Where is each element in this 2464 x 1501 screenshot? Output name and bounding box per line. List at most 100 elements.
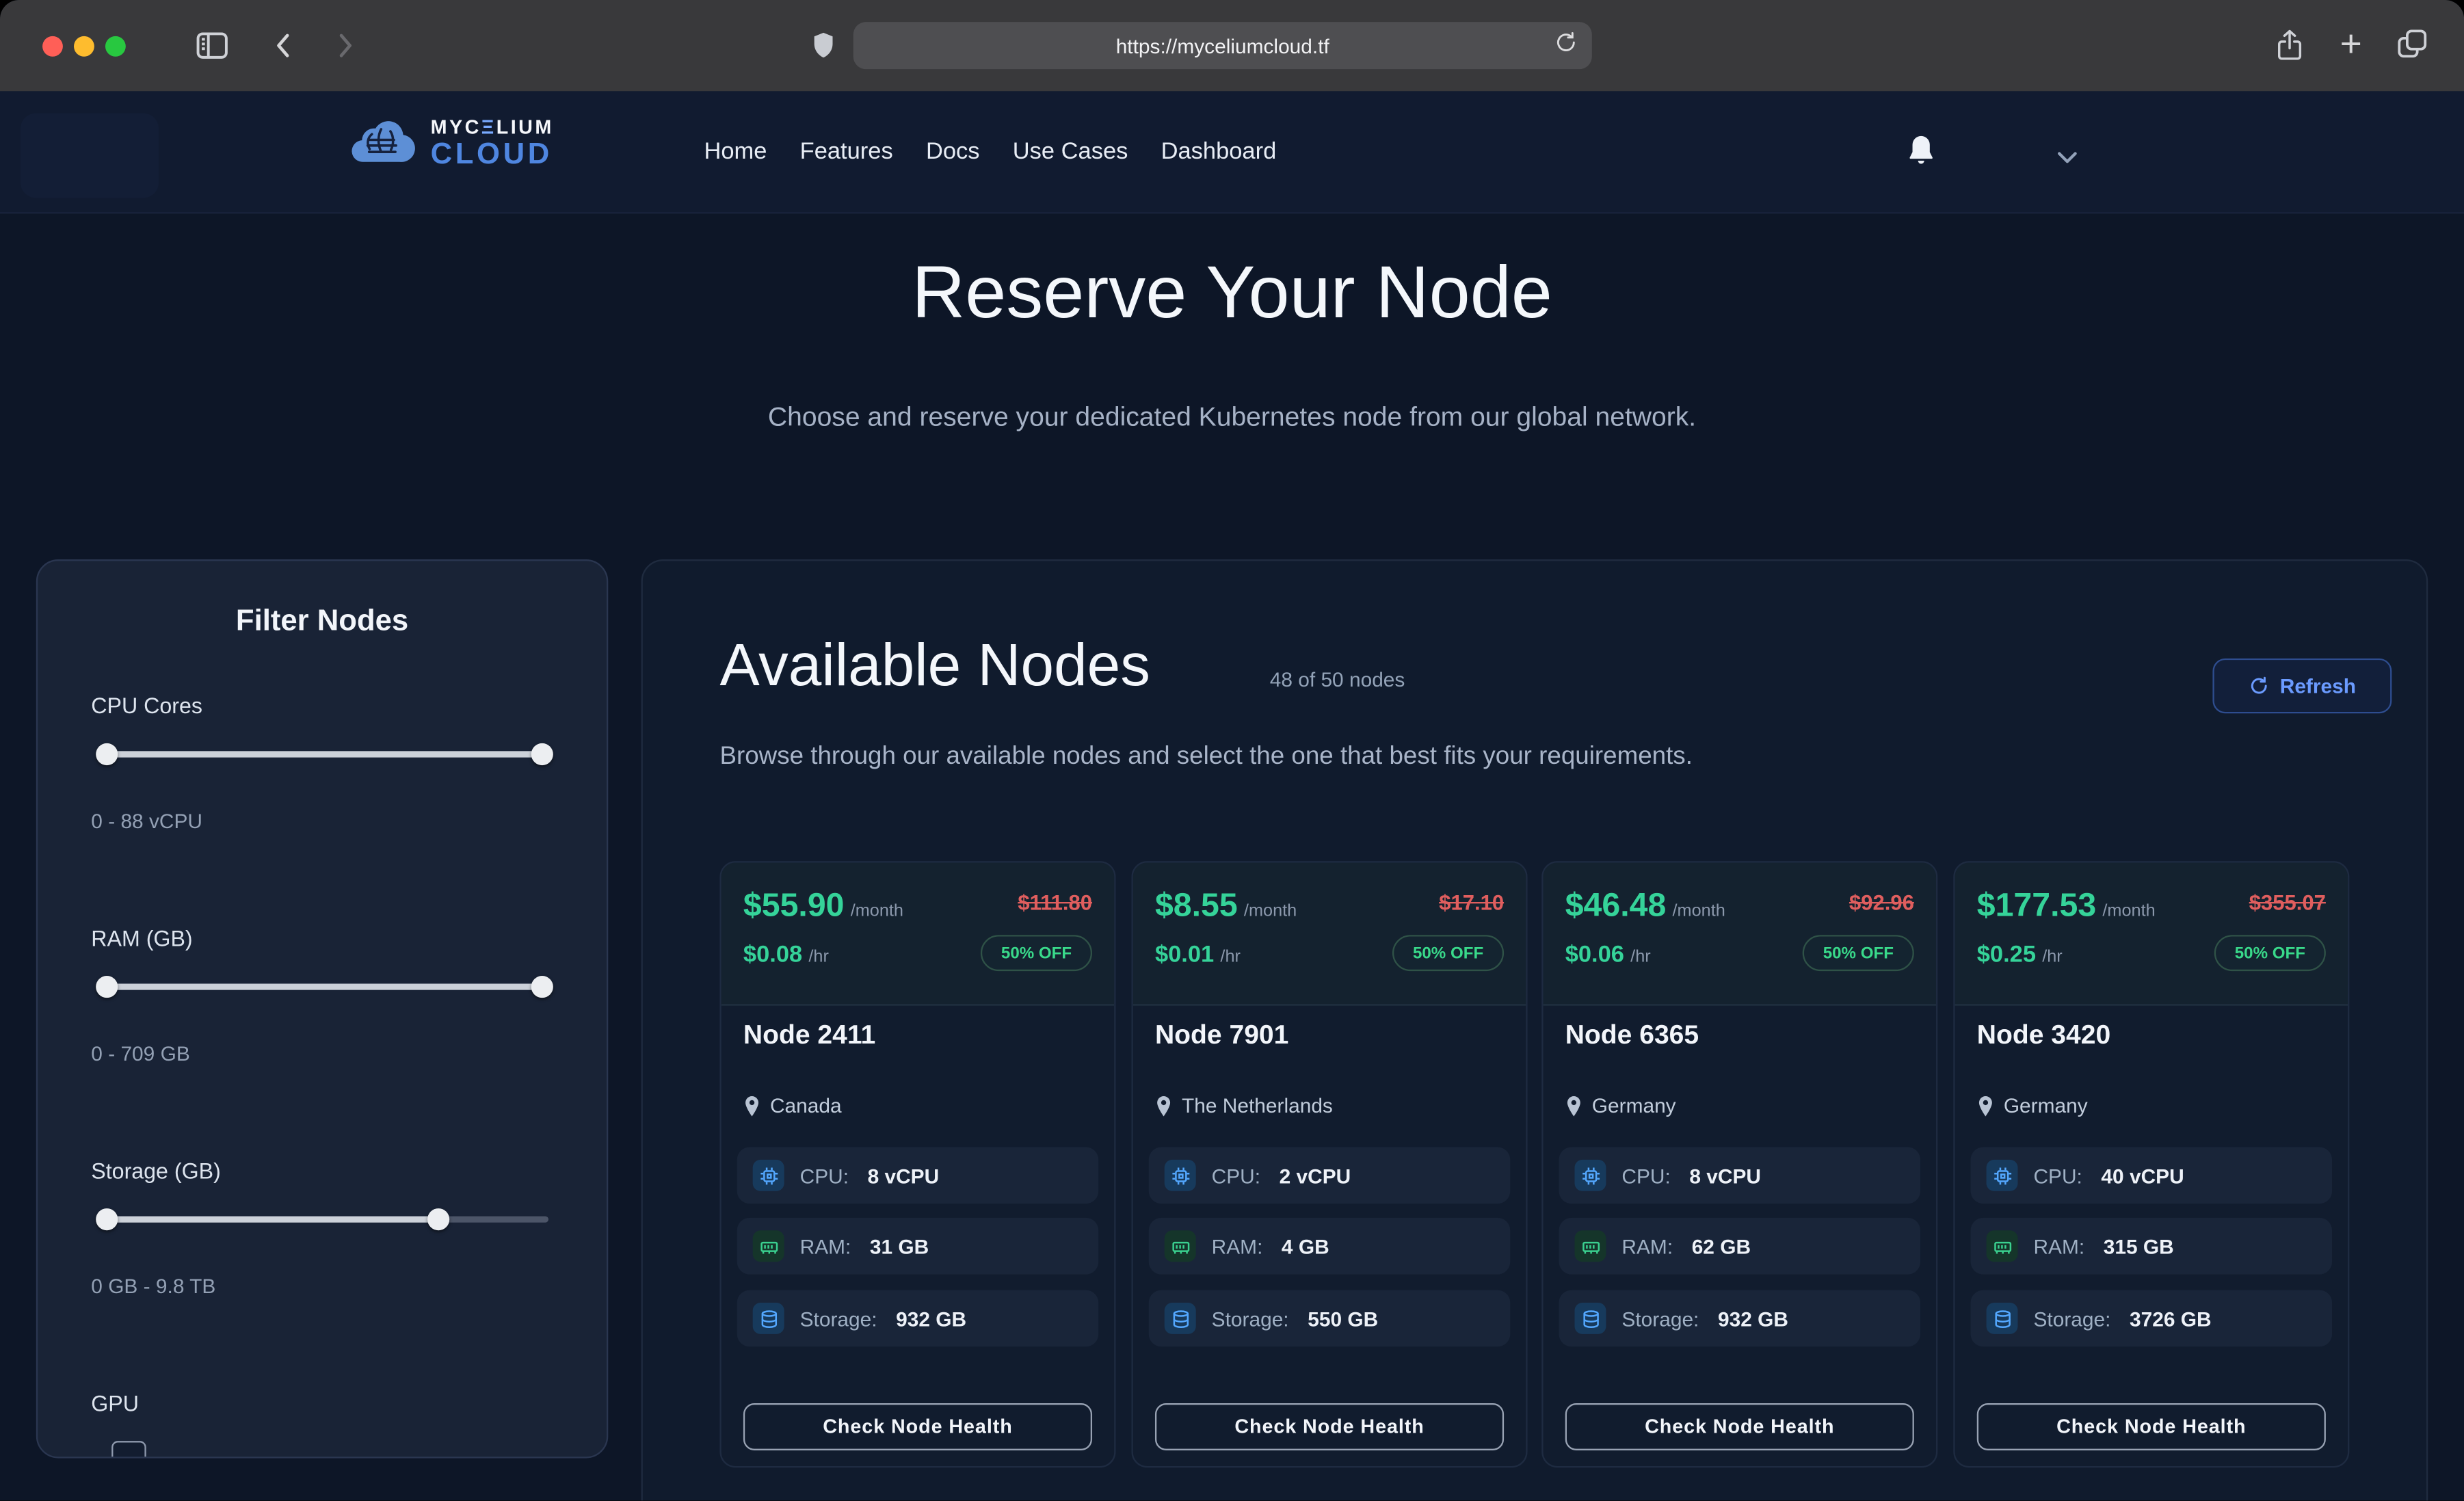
node-card: $46.48/month $92.96 $0.06/hr 50% OFF Nod… — [1541, 861, 1937, 1467]
storage-slider-max-handle[interactable] — [427, 1208, 449, 1230]
cpu-chip-icon — [753, 1160, 784, 1191]
discount-badge: 50% OFF — [1803, 935, 1914, 971]
original-price: $355.07 — [2249, 891, 2326, 914]
node-card: $55.90/month $111.80 $0.08/hr 50% OFF No… — [719, 861, 1115, 1467]
cpu-filter-range: 0 - 88 vCPU — [91, 809, 202, 832]
storage-spec-row: Storage:932 GB — [1559, 1290, 1921, 1347]
close-window-button[interactable] — [42, 36, 63, 57]
address-bar[interactable]: https://myceliumcloud.tf — [853, 22, 1592, 69]
new-tab-icon[interactable]: + — [2340, 28, 2362, 63]
location-pin-icon — [743, 1094, 760, 1116]
section-title: Available Nodes — [719, 633, 1150, 701]
cpu-slider-min-handle[interactable] — [96, 743, 118, 765]
ram-filter-range: 0 - 709 GB — [91, 1042, 189, 1065]
cpu-filter-label: CPU Cores — [91, 693, 202, 718]
check-node-health-button[interactable]: Check Node Health — [743, 1403, 1092, 1450]
hourly-price: $0.01 — [1155, 941, 1214, 968]
share-icon[interactable] — [2274, 27, 2305, 72]
monthly-price: $8.55 — [1155, 888, 1238, 924]
cpu-spec-row: CPU:8 vCPU — [737, 1147, 1099, 1204]
ram-filter-label: RAM (GB) — [91, 925, 192, 951]
tab-overview-icon[interactable] — [2395, 27, 2430, 69]
nav-menu: Home Features Docs Use Cases Dashboard — [704, 91, 1276, 212]
price-header: $55.90/month $111.80 $0.08/hr 50% OFF — [721, 863, 1114, 1006]
location-pin-icon — [1977, 1094, 1994, 1116]
page-title: Reserve Your Node — [0, 248, 2464, 334]
nav-ghost-tile — [21, 113, 159, 198]
location-pin-icon — [1155, 1094, 1172, 1116]
node-card: $8.55/month $17.10 $0.01/hr 50% OFF Node… — [1131, 861, 1527, 1467]
node-count-badge: 48 of 50 nodes — [1270, 668, 1405, 691]
price-header: $8.55/month $17.10 $0.01/hr 50% OFF — [1133, 863, 1526, 1006]
zoom-window-button[interactable] — [105, 36, 126, 57]
account-chevron-down-icon[interactable] — [2057, 144, 2078, 159]
check-node-health-button[interactable]: Check Node Health — [1977, 1403, 2326, 1450]
browser-window: https://myceliumcloud.tf + — [0, 0, 2464, 1500]
ram-range-slider[interactable] — [101, 976, 548, 998]
sidebar-toggle-icon[interactable] — [194, 27, 231, 72]
back-button-icon[interactable] — [267, 28, 302, 70]
url-text: https://myceliumcloud.tf — [1116, 34, 1329, 57]
check-node-health-button[interactable]: Check Node Health — [1565, 1403, 1914, 1450]
nav-item-dashboard[interactable]: Dashboard — [1161, 138, 1277, 165]
brand-name-bottom: CLOUD — [431, 140, 554, 170]
storage-range-slider[interactable] — [101, 1208, 548, 1230]
ram-spec-row: RAM:315 GB — [1971, 1218, 2333, 1275]
ram-memory-icon — [1574, 1230, 1606, 1262]
monthly-price: $55.90 — [743, 888, 845, 924]
node-location: Canada — [743, 1093, 842, 1117]
cpu-chip-icon — [1165, 1160, 1196, 1191]
ram-spec-row: RAM:4 GB — [1149, 1218, 1511, 1275]
ram-slider-min-handle[interactable] — [96, 976, 118, 998]
storage-disk-icon — [1574, 1303, 1606, 1334]
refresh-label: Refresh — [2280, 674, 2356, 698]
browser-toolbar: https://myceliumcloud.tf + — [0, 0, 2464, 93]
refresh-button[interactable]: Refresh — [2212, 659, 2392, 713]
ram-spec-row: RAM:31 GB — [737, 1218, 1099, 1275]
storage-spec-row: Storage:932 GB — [737, 1290, 1099, 1347]
node-location: Germany — [1565, 1093, 1676, 1117]
hourly-price: $0.08 — [743, 941, 802, 968]
refresh-icon — [2249, 676, 2269, 696]
location-pin-icon — [1565, 1094, 1582, 1116]
hourly-price: $0.25 — [1977, 941, 2036, 968]
storage-spec-row: Storage:550 GB — [1149, 1290, 1511, 1347]
shield-icon[interactable] — [812, 31, 834, 68]
nav-item-features[interactable]: Features — [800, 138, 893, 165]
brand-logo[interactable]: MYCΞLIUM CLOUD — [347, 110, 554, 178]
cpu-range-slider[interactable] — [101, 743, 548, 765]
filter-panel: Filter Nodes CPU Cores 0 - 88 vCPU RAM (… — [36, 559, 608, 1458]
cpu-spec-row: CPU:8 vCPU — [1559, 1147, 1921, 1204]
cpu-spec-row: CPU:2 vCPU — [1149, 1147, 1511, 1204]
original-price: $17.10 — [1439, 891, 1504, 914]
discount-badge: 50% OFF — [1392, 935, 1504, 971]
available-nodes-panel: Available Nodes 48 of 50 nodes Browse th… — [641, 559, 2428, 1500]
nav-item-home[interactable]: Home — [704, 138, 767, 165]
gpu-filter-label: GPU — [91, 1391, 139, 1416]
ram-slider-max-handle[interactable] — [531, 976, 553, 998]
storage-filter-range: 0 GB - 9.8 TB — [91, 1275, 215, 1298]
storage-slider-min-handle[interactable] — [96, 1208, 118, 1230]
nav-item-use-cases[interactable]: Use Cases — [1013, 138, 1128, 165]
page-subtitle: Choose and reserve your dedicated Kubern… — [0, 402, 2464, 434]
brand-name-top: MYCΞLIUM — [431, 118, 554, 137]
reload-icon[interactable] — [1554, 30, 1578, 62]
gpu-checkbox[interactable] — [111, 1441, 146, 1458]
notifications-bell-icon[interactable] — [1906, 133, 1936, 168]
nav-item-docs[interactable]: Docs — [926, 138, 980, 165]
price-header: $177.53/month $355.07 $0.25/hr 50% OFF — [1955, 863, 2348, 1006]
storage-spec-row: Storage:3726 GB — [1971, 1290, 2333, 1347]
minimize-window-button[interactable] — [74, 36, 94, 57]
cpu-slider-max-handle[interactable] — [531, 743, 553, 765]
forward-button-icon[interactable] — [327, 28, 362, 70]
node-name: Node 2411 — [743, 1020, 875, 1051]
section-subtitle: Browse through our available nodes and s… — [719, 743, 1692, 771]
storage-filter-label: Storage (GB) — [91, 1158, 221, 1184]
storage-disk-icon — [1165, 1303, 1196, 1334]
monthly-price: $46.48 — [1565, 888, 1667, 924]
original-price: $92.96 — [1849, 891, 1914, 914]
price-header: $46.48/month $92.96 $0.06/hr 50% OFF — [1544, 863, 1936, 1006]
ram-spec-row: RAM:62 GB — [1559, 1218, 1921, 1275]
filter-panel-title: Filter Nodes — [38, 605, 607, 640]
check-node-health-button[interactable]: Check Node Health — [1155, 1403, 1504, 1450]
